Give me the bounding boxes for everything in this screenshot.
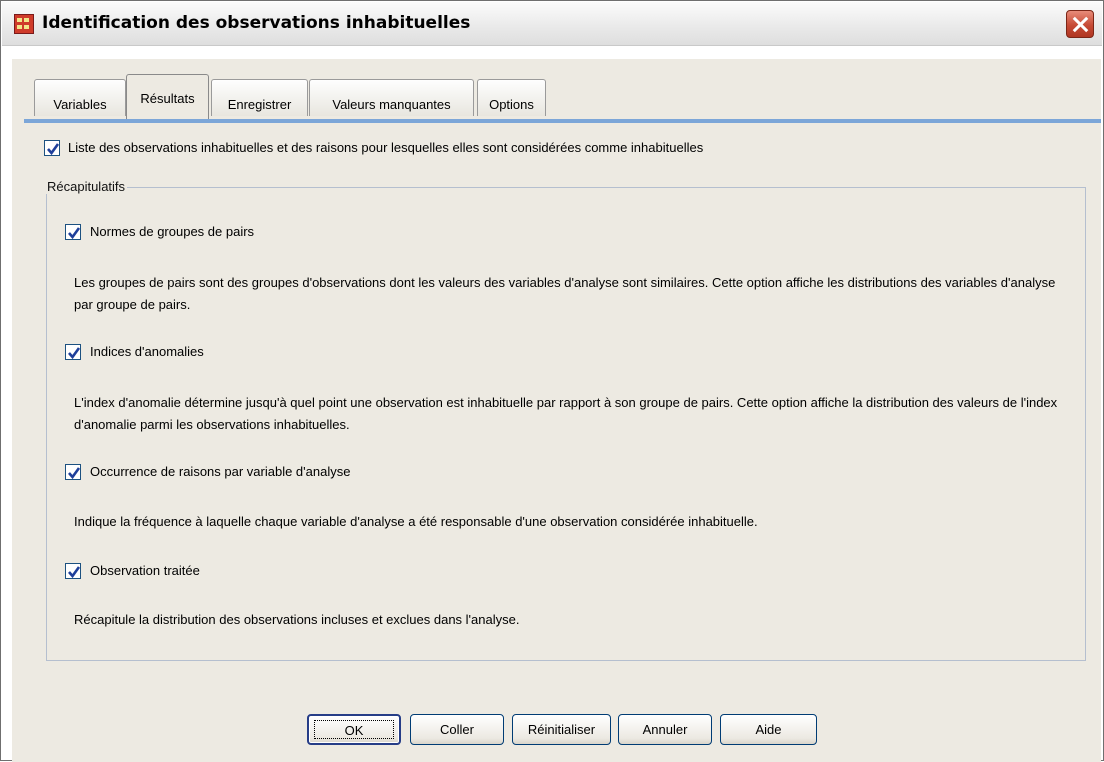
peer-group-norms-checkbox[interactable]: [65, 224, 81, 240]
help-button-label: Aide: [755, 722, 782, 737]
reason-occurrence-checkbox[interactable]: [65, 464, 81, 480]
anomaly-indices-checkbox[interactable]: [65, 344, 81, 360]
help-button[interactable]: Aide: [720, 714, 817, 745]
tab-label: Enregistrer: [227, 97, 292, 112]
ok-button[interactable]: OK: [307, 714, 401, 745]
tab-label: Options: [489, 97, 534, 112]
paste-button[interactable]: Coller: [410, 714, 504, 745]
anomaly-indices-description: L'index d'anomalie détermine jusqu'à que…: [74, 395, 1058, 432]
tab-save[interactable]: Enregistrer: [211, 79, 308, 116]
dialog-window: Identification des observations inhabitu…: [0, 0, 1104, 762]
close-button[interactable]: [1066, 10, 1094, 38]
list-unusual-checkbox[interactable]: [44, 140, 60, 156]
reset-button-label: Réinitialiser: [527, 722, 596, 737]
case-processed-description: Récapitule la distribution des observati…: [74, 612, 520, 627]
paste-button-label: Coller: [440, 722, 474, 737]
cancel-button[interactable]: Annuler: [618, 714, 712, 745]
peer-group-norms-description: Les groupes de pairs sont des groupes d'…: [74, 275, 1056, 312]
summaries-group-title: Récapitulatifs: [45, 179, 128, 194]
check-mark-icon: [47, 143, 60, 156]
check-mark-icon: [68, 347, 81, 360]
check-mark-icon: [68, 566, 81, 579]
tab-label: Résultats: [140, 91, 195, 106]
app-grid-icon: [14, 14, 34, 34]
tab-results[interactable]: Résultats: [126, 74, 209, 119]
tab-label: Valeurs manquantes: [332, 97, 451, 112]
tab-label: Variables: [53, 97, 107, 112]
reason-occurrence-label: Occurrence de raisons par variable d'ana…: [90, 464, 351, 479]
check-mark-icon: [68, 227, 81, 240]
list-unusual-label: Liste des observations inhabituelles et …: [68, 140, 704, 155]
reason-occurrence-description: Indique la fréquence à laquelle chaque v…: [74, 514, 758, 529]
tab-options[interactable]: Options: [477, 79, 546, 116]
peer-group-norms-label: Normes de groupes de pairs: [90, 224, 255, 239]
case-processed-checkbox[interactable]: [65, 563, 81, 579]
case-processed-label: Observation traitée: [90, 563, 200, 578]
tab-variables[interactable]: Variables: [34, 79, 126, 116]
window-title: Identification des observations inhabitu…: [42, 13, 471, 33]
ok-button-label: OK: [344, 723, 364, 738]
check-mark-icon: [68, 467, 81, 480]
cancel-button-label: Annuler: [642, 722, 688, 737]
title-bar[interactable]: Identification des observations inhabitu…: [2, 2, 1102, 46]
anomaly-indices-label: Indices d'anomalies: [90, 344, 204, 359]
tab-missing-values[interactable]: Valeurs manquantes: [309, 79, 474, 116]
reset-button[interactable]: Réinitialiser: [512, 714, 611, 745]
